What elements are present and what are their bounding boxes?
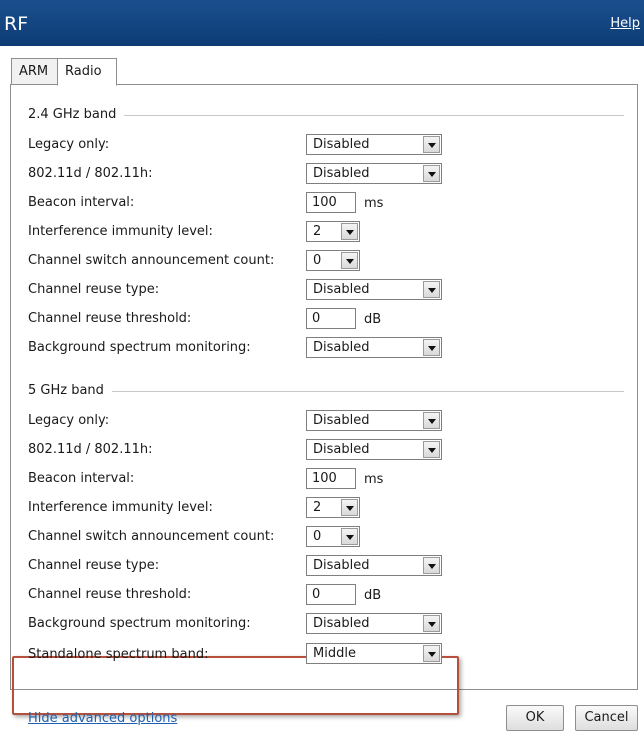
- band5-beacon-input[interactable]: 100: [306, 468, 356, 489]
- chevron-down-icon[interactable]: [423, 339, 440, 356]
- band5-csa-select[interactable]: 0: [306, 526, 360, 547]
- band24-csa-label: Channel switch announcement count:: [28, 253, 275, 268]
- band24-reuse-type-label: Channel reuse type:: [28, 282, 160, 297]
- band24-dot11dh-value: Disabled: [313, 166, 370, 181]
- band5-dot11dh-value: Disabled: [313, 442, 370, 457]
- band5-reuse-type-value: Disabled: [313, 558, 370, 573]
- chevron-down-icon[interactable]: [423, 136, 440, 153]
- band5-legacy-select[interactable]: Disabled: [306, 410, 442, 431]
- band5-legacy-label: Legacy only:: [28, 413, 110, 428]
- chevron-down-icon[interactable]: [423, 412, 440, 429]
- band24-beacon-value: 100: [312, 195, 337, 210]
- band5-beacon-unit: ms: [364, 472, 384, 487]
- band24-interference-label: Interference immunity level:: [28, 224, 213, 239]
- band24-legacy-label: Legacy only:: [28, 137, 110, 152]
- band5-reuse-type-select[interactable]: Disabled: [306, 555, 442, 576]
- band5-spectrum-value: Disabled: [313, 616, 370, 631]
- dialog-titlebar: RF Help: [0, 0, 644, 46]
- band5-reuse-threshold-value: 0: [312, 587, 321, 602]
- band24-legend: 2.4 GHz band: [28, 107, 117, 122]
- hide-advanced-link[interactable]: Hide advanced options: [28, 711, 177, 726]
- band24-dot11dh-select[interactable]: Disabled: [306, 163, 442, 184]
- band24-beacon-input[interactable]: 100: [306, 192, 356, 213]
- band5-dot11dh-label: 802.11d / 802.11h:: [28, 442, 153, 457]
- band24-csa-value: 0: [313, 253, 322, 268]
- chevron-down-icon[interactable]: [341, 223, 358, 240]
- band24-reuse-type-value: Disabled: [313, 282, 370, 297]
- band24-divider: [124, 115, 624, 116]
- band24-legacy-select[interactable]: Disabled: [306, 134, 442, 155]
- band5-dot11dh-select[interactable]: Disabled: [306, 439, 442, 460]
- chevron-down-icon[interactable]: [341, 528, 358, 545]
- band5-reuse-threshold-label: Channel reuse threshold:: [28, 587, 192, 602]
- band24-reuse-threshold-label: Channel reuse threshold:: [28, 311, 192, 326]
- band5-beacon-label: Beacon interval:: [28, 471, 135, 486]
- help-link[interactable]: Help: [610, 16, 640, 31]
- dialog-title: RF: [4, 13, 29, 35]
- band5-interference-label: Interference immunity level:: [28, 500, 213, 515]
- band24-legacy-value: Disabled: [313, 137, 370, 152]
- band5-reuse-threshold-input[interactable]: 0: [306, 584, 356, 605]
- chevron-down-icon[interactable]: [423, 441, 440, 458]
- chevron-down-icon[interactable]: [341, 252, 358, 269]
- band5-interference-select[interactable]: 2: [306, 497, 360, 518]
- band24-reuse-type-select[interactable]: Disabled: [306, 279, 442, 300]
- band5-standalone-select[interactable]: Middle: [306, 643, 442, 664]
- band5-reuse-type-label: Channel reuse type:: [28, 558, 160, 573]
- highlight-box: [12, 656, 459, 715]
- band24-reuse-threshold-unit: dB: [364, 312, 382, 327]
- band5-standalone-label: Standalone spectrum band:: [28, 647, 209, 662]
- band24-beacon-label: Beacon interval:: [28, 195, 135, 210]
- band5-divider: [112, 391, 624, 392]
- band24-csa-select[interactable]: 0: [306, 250, 360, 271]
- band5-spectrum-label: Background spectrum monitoring:: [28, 616, 251, 631]
- band24-spectrum-select[interactable]: Disabled: [306, 337, 442, 358]
- band5-beacon-value: 100: [312, 471, 337, 486]
- band5-reuse-threshold-unit: dB: [364, 588, 382, 603]
- band5-csa-label: Channel switch announcement count:: [28, 529, 275, 544]
- cancel-button[interactable]: Cancel: [575, 705, 638, 731]
- band24-spectrum-label: Background spectrum monitoring:: [28, 340, 251, 355]
- band24-reuse-threshold-input[interactable]: 0: [306, 308, 356, 329]
- band5-legend: 5 GHz band: [28, 383, 104, 398]
- band5-legacy-value: Disabled: [313, 413, 370, 428]
- band24-reuse-threshold-value: 0: [312, 311, 321, 326]
- chevron-down-icon[interactable]: [423, 645, 440, 662]
- band24-interference-select[interactable]: 2: [306, 221, 360, 242]
- ok-button[interactable]: OK: [506, 705, 564, 731]
- band5-standalone-value: Middle: [313, 646, 356, 661]
- tab-radio[interactable]: Radio: [57, 58, 117, 86]
- band24-interference-value: 2: [313, 224, 322, 239]
- chevron-down-icon[interactable]: [423, 165, 440, 182]
- chevron-down-icon[interactable]: [423, 557, 440, 574]
- chevron-down-icon[interactable]: [423, 281, 440, 298]
- band5-spectrum-select[interactable]: Disabled: [306, 613, 442, 634]
- band5-csa-value: 0: [313, 529, 322, 544]
- band24-dot11dh-label: 802.11d / 802.11h:: [28, 166, 153, 181]
- band24-spectrum-value: Disabled: [313, 340, 370, 355]
- band5-interference-value: 2: [313, 500, 322, 515]
- band24-beacon-unit: ms: [364, 196, 384, 211]
- chevron-down-icon[interactable]: [423, 615, 440, 632]
- chevron-down-icon[interactable]: [341, 499, 358, 516]
